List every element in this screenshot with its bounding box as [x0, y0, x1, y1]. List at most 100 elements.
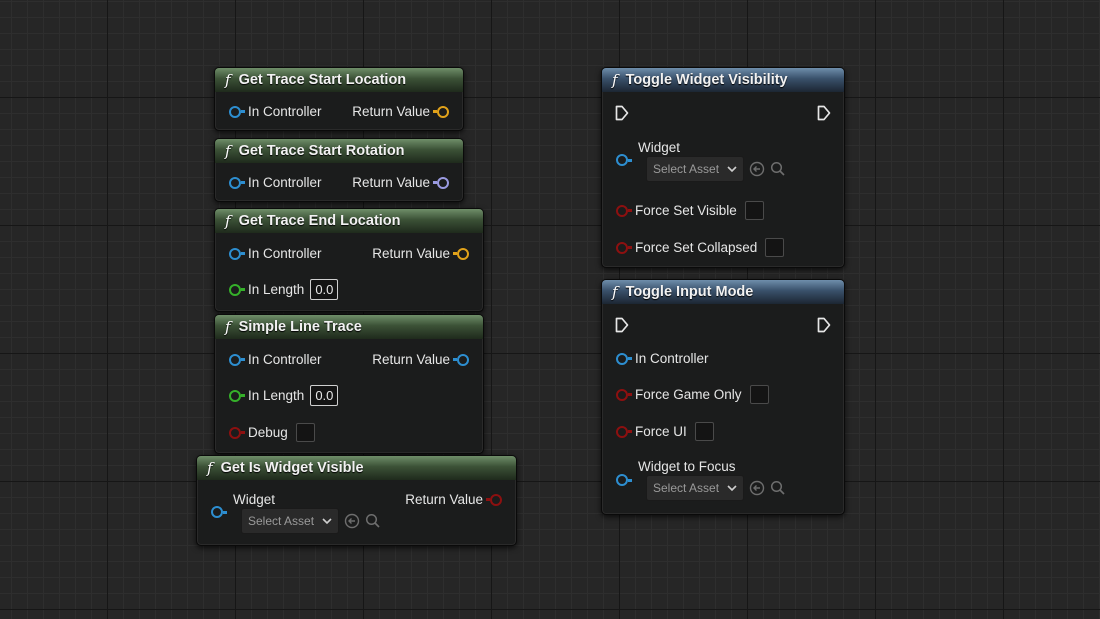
asset-picker[interactable]: Select Asset — [241, 508, 381, 534]
node-title: Toggle Widget Visibility — [625, 72, 788, 88]
pin-debug[interactable]: Debug — [229, 423, 315, 442]
node-header[interactable]: f Simple Line Trace — [215, 315, 483, 339]
pin-label: Widget — [233, 492, 276, 507]
rotator-pin-icon[interactable] — [433, 176, 449, 189]
node-header[interactable]: f Get Trace End Location — [215, 209, 483, 233]
object-pin-icon[interactable] — [616, 474, 632, 486]
pin-label: Debug — [248, 425, 288, 440]
function-icon: f — [225, 318, 231, 336]
chevron-down-icon — [727, 165, 737, 172]
node-header[interactable]: f Toggle Widget Visibility — [602, 68, 844, 92]
node-toggle-input-mode[interactable]: f Toggle Input Mode In Controller Force … — [601, 279, 845, 515]
exec-out-pin-icon[interactable] — [817, 317, 831, 333]
pin-label: In Controller — [248, 104, 322, 119]
pin-in-controller[interactable]: In Controller — [229, 175, 322, 190]
pin-return-value[interactable]: Return Value — [405, 492, 502, 507]
pin-label: Force Set Collapsed — [635, 240, 758, 255]
object-pin-icon[interactable] — [229, 247, 245, 260]
pin-label: In Controller — [248, 246, 322, 261]
exec-in-pin-icon[interactable] — [615, 105, 629, 121]
bool-pin-icon[interactable] — [616, 425, 632, 438]
object-pin-icon[interactable] — [211, 506, 227, 518]
in-length-input[interactable]: 0.0 — [310, 385, 339, 406]
node-toggle-widget-visibility[interactable]: f Toggle Widget Visibility Widget Select… — [601, 67, 845, 268]
pin-widget-label: Widget — [638, 140, 680, 155]
pin-return-value[interactable]: Return Value — [352, 104, 449, 119]
pin-force-ui[interactable]: Force UI — [616, 422, 714, 441]
asset-picker[interactable]: Select Asset — [646, 475, 786, 501]
pin-in-controller[interactable]: In Controller — [229, 246, 322, 261]
pin-widget-to-focus-label: Widget to Focus — [638, 459, 736, 474]
pin-return-value[interactable]: Return Value — [372, 246, 469, 261]
node-header[interactable]: f Get Trace Start Location — [215, 68, 463, 92]
object-pin-icon[interactable] — [229, 176, 245, 189]
float-pin-icon[interactable] — [229, 283, 245, 296]
node-simple-line-trace[interactable]: f Simple Line Trace In Controller Return… — [214, 314, 484, 454]
pin-label: Return Value — [372, 352, 450, 367]
object-pin-icon[interactable] — [229, 353, 245, 366]
debug-checkbox[interactable] — [295, 423, 315, 442]
in-length-input[interactable]: 0.0 — [310, 279, 339, 300]
node-header[interactable]: f Toggle Input Mode — [602, 280, 844, 304]
function-icon: f — [207, 459, 213, 477]
force-set-visible-checkbox[interactable] — [744, 201, 764, 220]
pin-widget[interactable] — [616, 154, 632, 166]
node-title: Toggle Input Mode — [625, 284, 754, 300]
vector-pin-icon[interactable] — [433, 105, 449, 118]
pin-label: Return Value — [352, 175, 430, 190]
select-asset-dropdown[interactable]: Select Asset — [241, 508, 340, 534]
select-asset-dropdown[interactable]: Select Asset — [646, 475, 745, 501]
browse-arrow-icon[interactable] — [344, 513, 360, 529]
node-get-trace-start-rotation[interactable]: f Get Trace Start Rotation In Controller… — [214, 138, 464, 202]
pin-label: Return Value — [405, 492, 483, 507]
pin-label: In Controller — [635, 351, 709, 366]
exec-out-pin-icon[interactable] — [817, 105, 831, 121]
node-header[interactable]: f Get Trace Start Rotation — [215, 139, 463, 163]
browse-arrow-icon[interactable] — [749, 161, 765, 177]
browse-arrow-icon[interactable] — [749, 480, 765, 496]
object-pin-icon[interactable] — [453, 353, 469, 366]
float-pin-icon[interactable] — [229, 389, 245, 402]
search-icon[interactable] — [365, 513, 381, 529]
force-set-collapsed-checkbox[interactable] — [765, 238, 785, 257]
node-get-trace-end-location[interactable]: f Get Trace End Location In Controller R… — [214, 208, 484, 312]
select-asset-label: Select Asset — [653, 162, 720, 176]
pin-label: Return Value — [372, 246, 450, 261]
pin-in-length[interactable]: In Length 0.0 — [229, 279, 339, 300]
force-game-only-checkbox[interactable] — [749, 385, 769, 404]
pin-in-controller[interactable]: In Controller — [229, 104, 322, 119]
exec-in-pin-icon[interactable] — [615, 317, 629, 333]
node-get-trace-start-location[interactable]: f Get Trace Start Location In Controller… — [214, 67, 464, 131]
pin-in-controller[interactable]: In Controller — [616, 351, 709, 366]
pin-force-set-visible[interactable]: Force Set Visible — [616, 201, 764, 220]
bool-pin-icon[interactable] — [616, 388, 632, 401]
select-asset-dropdown[interactable]: Select Asset — [646, 156, 745, 182]
bool-pin-icon[interactable] — [616, 204, 632, 217]
object-pin-icon[interactable] — [616, 154, 632, 166]
pin-widget-to-focus[interactable] — [616, 474, 632, 486]
force-ui-checkbox[interactable] — [694, 422, 714, 441]
node-title: Get Trace End Location — [238, 213, 401, 229]
asset-picker[interactable]: Select Asset — [646, 156, 786, 182]
pin-force-game-only[interactable]: Force Game Only — [616, 385, 769, 404]
search-icon[interactable] — [770, 480, 786, 496]
object-pin-icon[interactable] — [616, 352, 632, 365]
pin-return-value[interactable]: Return Value — [372, 352, 469, 367]
search-icon[interactable] — [770, 161, 786, 177]
select-asset-label: Select Asset — [653, 481, 720, 495]
select-asset-label: Select Asset — [248, 514, 315, 528]
node-header[interactable]: f Get Is Widget Visible — [197, 456, 516, 480]
bool-pin-icon[interactable] — [616, 241, 632, 254]
bool-pin-icon[interactable] — [229, 426, 245, 439]
node-get-is-widget-visible[interactable]: f Get Is Widget Visible Widget Select As… — [196, 455, 517, 546]
function-icon: f — [225, 212, 231, 230]
chevron-down-icon — [322, 517, 332, 524]
pin-in-length[interactable]: In Length 0.0 — [229, 385, 339, 406]
bool-pin-icon[interactable] — [486, 493, 502, 506]
pin-return-value[interactable]: Return Value — [352, 175, 449, 190]
vector-pin-icon[interactable] — [453, 247, 469, 260]
pin-widget[interactable] — [211, 506, 227, 518]
pin-force-set-collapsed[interactable]: Force Set Collapsed — [616, 238, 785, 257]
pin-in-controller[interactable]: In Controller — [229, 352, 322, 367]
object-pin-icon[interactable] — [229, 105, 245, 118]
